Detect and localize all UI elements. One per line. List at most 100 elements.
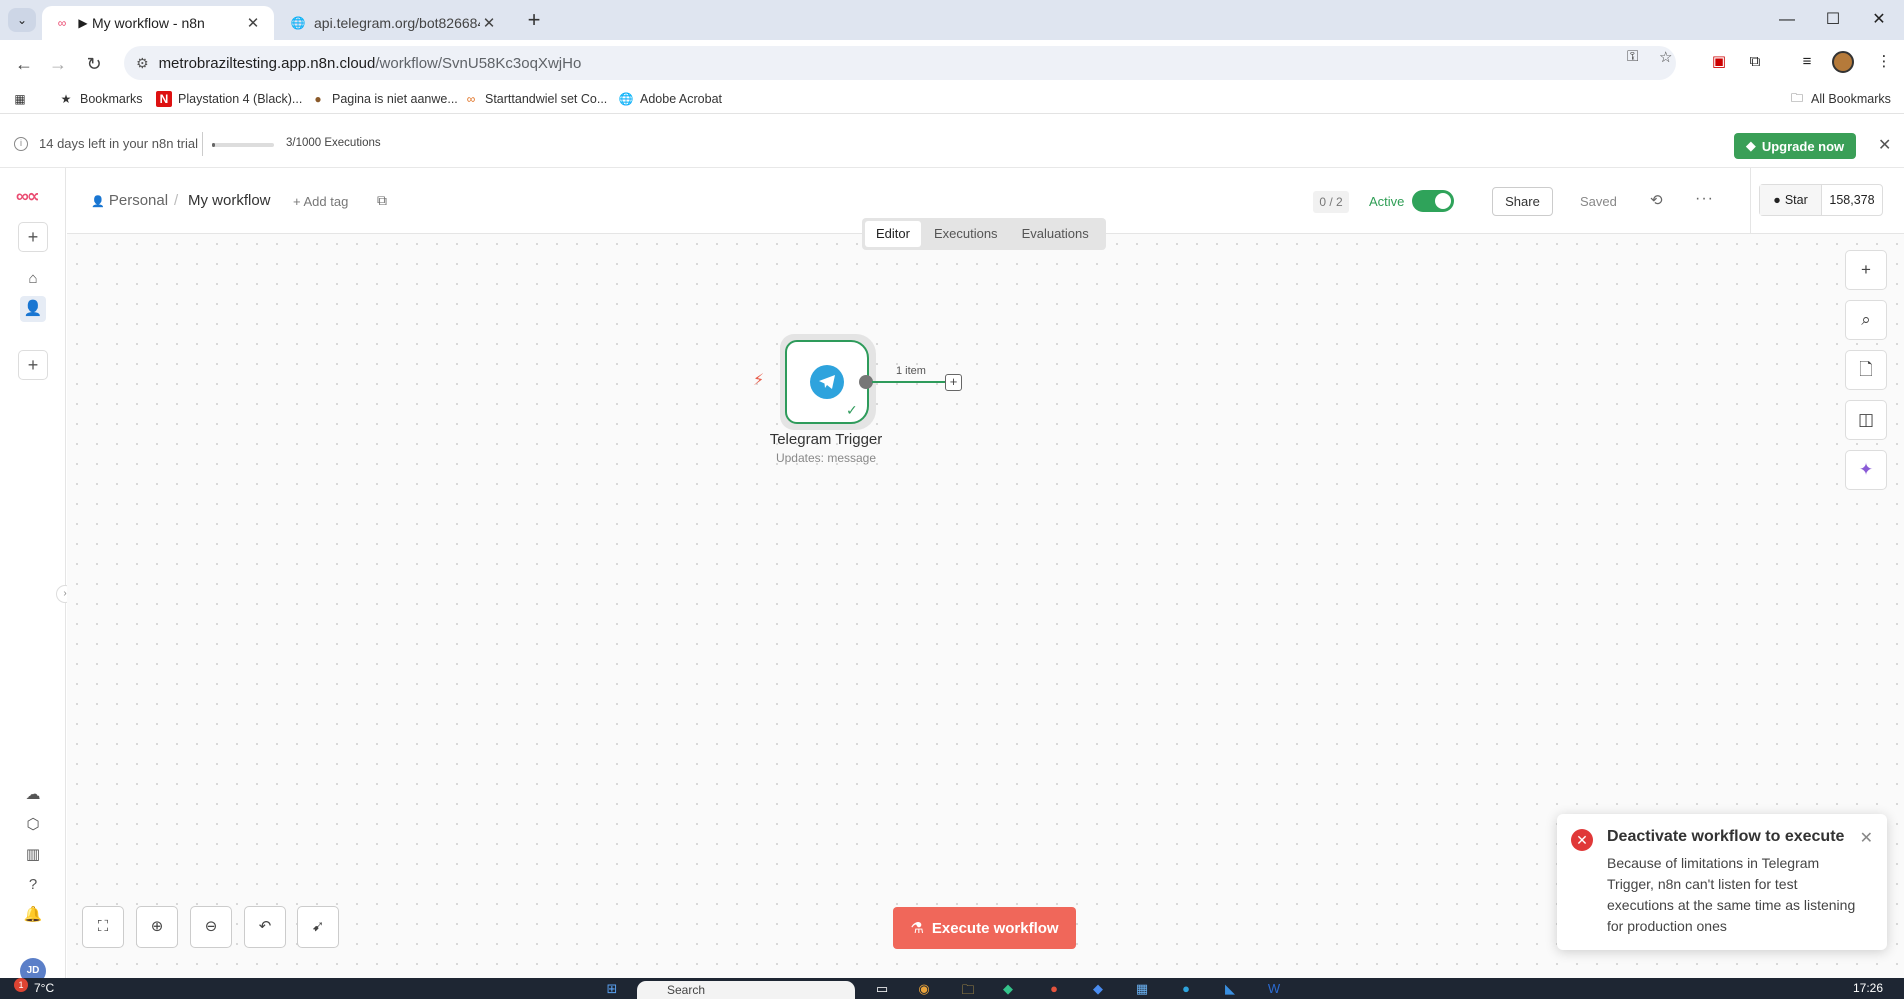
browser-menu-icon[interactable]: ⋮ (1872, 50, 1896, 74)
templates-icon[interactable]: ⬡ (20, 812, 46, 838)
bookmark-item[interactable]: ★ Bookmarks (58, 91, 143, 107)
personal-icon[interactable]: 👤 (20, 296, 46, 322)
tidy-up-icon[interactable]: ➹ (297, 906, 339, 948)
extensions-puzzle-icon[interactable]: ⧉ (1743, 50, 1767, 74)
more-options-icon[interactable]: ··· (1695, 190, 1714, 208)
workflow-name[interactable]: My workflow (188, 192, 271, 209)
fit-view-icon[interactable]: ⛶ (82, 906, 124, 948)
breadcrumb-project[interactable]: 👤 Personal (91, 192, 168, 209)
bookmark-item[interactable]: 🌐 Adobe Acrobat (618, 91, 723, 107)
insights-chart-icon[interactable]: ▥ (20, 842, 46, 868)
history-icon[interactable]: ⟲ (1650, 191, 1663, 209)
error-icon: ✕ (1571, 829, 1593, 851)
active-toggle[interactable] (1412, 190, 1454, 212)
taskbar-search[interactable]: Search (637, 981, 855, 999)
app-icon[interactable]: ◆ (1088, 981, 1108, 999)
ai-assistant-sparkle-icon[interactable]: ✦ (1845, 450, 1887, 490)
minimize-icon[interactable]: — (1764, 0, 1810, 40)
github-star-count: 158,378 (1829, 193, 1875, 207)
windows-start-icon[interactable]: ⊞ (602, 981, 622, 999)
password-key-icon[interactable]: ⚿ (1627, 48, 1638, 65)
vscode-icon[interactable]: ◣ (1220, 981, 1240, 999)
bookmark-item[interactable]: ● Pagina is niet aanwe... (310, 91, 457, 107)
star-icon: ★ (60, 92, 72, 106)
zoom-in-icon[interactable]: ⊕ (136, 906, 178, 948)
close-window-icon[interactable]: ✕ (1856, 0, 1902, 40)
view-switcher: Editor Executions Evaluations (862, 218, 1106, 250)
executions-count: 3/1000 Executions (286, 137, 381, 149)
media-control-icon[interactable]: ≡ (1795, 50, 1819, 74)
share-button[interactable]: Share (1492, 187, 1553, 216)
tab-executions[interactable]: Executions (923, 221, 1009, 247)
close-banner-icon[interactable]: ✕ (1878, 135, 1891, 155)
reload-icon[interactable]: ↻ (80, 50, 108, 78)
orange-icon: ∞ (466, 92, 476, 106)
tab-evaluations[interactable]: Evaluations (1011, 221, 1100, 247)
help-icon[interactable]: ? (20, 872, 46, 898)
create-button[interactable]: + (18, 222, 48, 252)
url-host: metrobraziltesting.app.n8n.cloud (158, 54, 376, 72)
notifications-bell-icon[interactable]: 🔔 (20, 902, 46, 928)
widgets-badge[interactable]: 1 (14, 978, 28, 992)
site-info-icon[interactable]: ⚙ (136, 55, 149, 72)
folder-icon: 🗀 (1790, 90, 1803, 105)
chrome-icon[interactable]: ◉ (914, 981, 934, 999)
toast-title: Deactivate workflow to execute (1607, 828, 1845, 845)
taskview-icon[interactable]: ▭ (872, 981, 892, 999)
pdf-extension-icon[interactable]: ▣ (1707, 50, 1731, 74)
execute-workflow-button[interactable]: ⚗ Execute workflow (893, 907, 1076, 949)
panel-toggle-icon[interactable]: ◫ (1845, 400, 1887, 440)
red-n-icon: N (156, 91, 172, 107)
undo-icon[interactable]: ↶ (244, 906, 286, 948)
search-icon[interactable]: ⌕ (1845, 300, 1887, 340)
divider (1750, 168, 1751, 234)
add-node-button[interactable]: + (1845, 250, 1887, 290)
archive-icon[interactable]: ⧉ (377, 192, 387, 209)
forward-icon[interactable]: → (44, 50, 72, 78)
bookmark-item[interactable]: N Playstation 4 (Black)... (156, 91, 302, 107)
n8n-favicon-icon: ∞ (57, 16, 67, 30)
calendar-icon[interactable]: ▦ (1132, 981, 1152, 999)
add-node-plus-icon[interactable]: + (945, 374, 962, 391)
close-tab-icon[interactable]: ✕ (244, 14, 262, 32)
n8n-logo-icon[interactable]: ∞∝ (16, 186, 40, 207)
maximize-icon[interactable]: ☐ (1810, 0, 1856, 40)
all-bookmarks[interactable]: 🗀 All Bookmarks (1789, 91, 1891, 107)
cloud-admin-icon[interactable]: ☁ (20, 782, 46, 808)
bookmark-star-icon[interactable]: ☆ (1659, 48, 1672, 66)
new-tab-button[interactable]: + (520, 6, 548, 34)
address-bar[interactable]: ⚙ metrobraziltesting.app.n8n.cloud/workf… (124, 46, 1676, 80)
telegram-icon (810, 365, 844, 399)
person-icon: 👤 (91, 196, 105, 208)
github-star-widget[interactable]: ● Star 158,378 (1759, 184, 1883, 216)
home-icon[interactable]: ⌂ (20, 266, 46, 292)
taskbar-clock[interactable]: 17:26 (1853, 981, 1883, 995)
node-output-handle[interactable] (859, 375, 873, 389)
person-icon: ● (314, 92, 322, 106)
profile-avatar[interactable] (1832, 51, 1854, 73)
app-icon[interactable]: ◆ (998, 981, 1018, 999)
upgrade-now-button[interactable]: ◆ Upgrade now (1734, 133, 1856, 159)
browser-tab-n8n[interactable]: ∞ ▶ My workflow - n8n ✕ (42, 6, 274, 40)
trigger-bolt-icon: ⚡ (753, 372, 765, 389)
bookmarks-bar: ▦ ★ Bookmarks N Playstation 4 (Black)... ●… (0, 86, 1904, 114)
app-icon[interactable]: ● (1044, 981, 1064, 999)
add-project-button[interactable]: + (18, 350, 48, 380)
browser-tab-telegram[interactable]: 🌐 api.telegram.org/bot82668468… ✕ (278, 6, 510, 40)
zoom-out-icon[interactable]: ⊖ (190, 906, 232, 948)
close-toast-icon[interactable]: ✕ (1860, 828, 1873, 848)
tab-editor[interactable]: Editor (865, 221, 921, 247)
add-tag-button[interactable]: + Add tag (293, 194, 348, 209)
tab-search-button[interactable]: ⌄ (8, 8, 36, 32)
word-icon[interactable]: W (1264, 981, 1284, 999)
back-icon[interactable]: ← (10, 50, 38, 78)
bookmark-item[interactable]: ∞ Starttandwiel set Co... (463, 91, 608, 107)
file-explorer-icon[interactable]: 🗀 (958, 981, 978, 999)
flask-icon: ⚗ (910, 920, 924, 937)
telegram-icon[interactable]: ● (1176, 981, 1196, 999)
close-tab-icon[interactable]: ✕ (480, 14, 498, 32)
sticky-note-icon[interactable]: 🗋 (1845, 350, 1887, 390)
info-icon: i (14, 137, 28, 151)
weather-widget[interactable]: 7°C (34, 981, 54, 995)
apps-grid-icon[interactable]: ▦ (12, 91, 34, 107)
